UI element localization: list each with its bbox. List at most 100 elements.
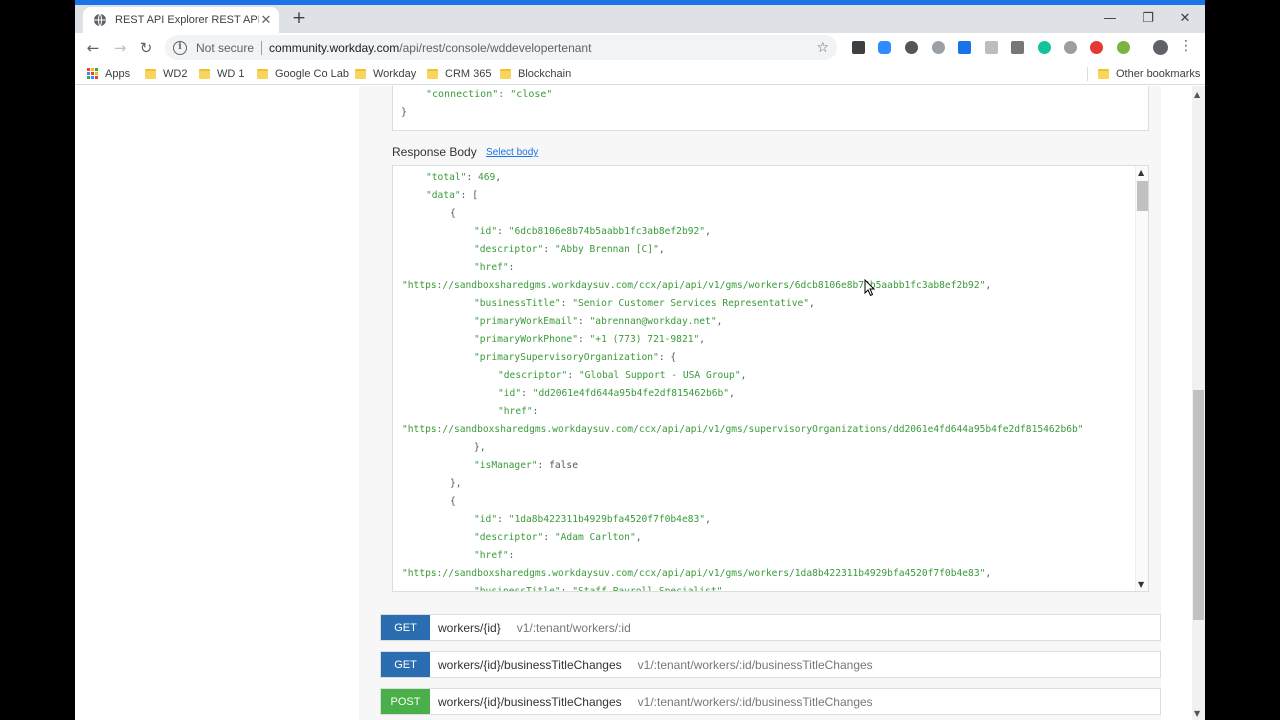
extension-icon-4[interactable]	[932, 41, 945, 54]
page-scroll-thumb[interactable]	[1193, 390, 1204, 620]
json-token: :	[497, 226, 509, 237]
back-icon[interactable]: ←	[83, 38, 103, 58]
json-token: :	[543, 532, 555, 543]
json-line: "isManager": false	[393, 454, 1135, 472]
json-token: },	[474, 442, 486, 453]
page-scroll-down-icon[interactable]: ▼	[1194, 709, 1200, 718]
browser-window: REST API Explorer REST API Explo ✕ + — ❐…	[75, 0, 1205, 720]
checkmark-extension-icon[interactable]	[958, 41, 971, 54]
zoom-extension-icon[interactable]	[878, 41, 891, 54]
grammarly-icon[interactable]	[1038, 41, 1051, 54]
extension-icon-11[interactable]	[1117, 41, 1130, 54]
apps-grid-icon	[87, 68, 98, 79]
scroll-up-arrow-icon[interactable]: ▲	[1138, 168, 1144, 177]
tab-rest-api-explorer[interactable]: REST API Explorer REST API Explo ✕	[83, 7, 279, 33]
extension-icon-6[interactable]	[985, 41, 998, 54]
page-scroll-up-icon[interactable]: ▲	[1194, 90, 1200, 99]
url-host: community.workday.com	[269, 40, 400, 55]
folder-icon	[145, 68, 156, 79]
json-token: ,	[985, 568, 992, 579]
json-line: "primaryWorkPhone": "+1 (773) 721-9821",	[393, 328, 1135, 346]
json-token: :	[577, 334, 590, 345]
json-token: "primaryWorkEmail"	[474, 316, 578, 327]
forward-icon[interactable]: →	[110, 38, 130, 58]
endpoint-row[interactable]: GET workers/{id} v1/:tenant/workers/:id	[380, 614, 1161, 641]
json-line: "id": "1da8b422311b4929bfa4520f7f0b4e83"…	[393, 508, 1135, 526]
address-bar[interactable]: i Not secure community.workday.com/api/r…	[165, 35, 837, 60]
json-token: "dd2061e4fd644a95b4fe2df815462b6b"	[532, 388, 730, 399]
extension-icon-10[interactable]	[1090, 41, 1103, 54]
bookmark-crm-365[interactable]: CRM 365	[427, 66, 491, 81]
extension-icon-9[interactable]	[1064, 41, 1077, 54]
minimize-button[interactable]: —	[1095, 10, 1125, 28]
bookmark-apps[interactable]: Apps	[87, 66, 130, 81]
json-token: :	[577, 316, 590, 327]
json-line: "href":	[393, 256, 1135, 274]
response-body-box[interactable]: "total": 469, "data": [{"id": "6dcb8106e8…	[392, 165, 1149, 592]
response-scrollbar[interactable]: ▲ ▼	[1135, 166, 1148, 591]
response-scroll-thumb[interactable]	[1137, 181, 1148, 211]
page-scrollbar[interactable]: ▲ ▼	[1192, 86, 1205, 720]
folder-icon	[500, 68, 511, 79]
endpoint-row[interactable]: GET workers/{id}/businessTitleChanges v1…	[380, 651, 1161, 678]
restore-button[interactable]: ❐	[1133, 10, 1163, 28]
json-token: "abrennan@workday.net"	[589, 316, 717, 327]
json-token: :	[521, 388, 533, 399]
json-line: "descriptor": "Global Support - USA Grou…	[393, 364, 1135, 382]
bookmark-wd1[interactable]: WD 1	[199, 66, 245, 81]
folder-icon	[355, 68, 366, 79]
browser-toolbar: ← → ↻ i Not secure community.workday.com…	[75, 33, 1205, 62]
reload-icon[interactable]: ↻	[136, 38, 156, 58]
bookmark-other-bookmarks[interactable]: Other bookmarks	[1098, 66, 1200, 81]
endpoint-path: v1/:tenant/workers/:id/businessTitleChan…	[637, 694, 873, 709]
info-icon[interactable]: i	[173, 40, 187, 55]
json-token: 469	[478, 172, 496, 183]
close-window-button[interactable]: ✕	[1170, 10, 1200, 28]
json-token: ,	[722, 586, 728, 591]
bookmark-star-icon[interactable]: ☆	[816, 40, 829, 56]
url-text[interactable]: community.workday.com/api/rest/console/w…	[269, 41, 591, 55]
bookmark-label: CRM 365	[445, 67, 492, 80]
json-token: :	[508, 262, 515, 273]
json-token: "href"	[474, 550, 509, 561]
json-token: "data"	[426, 190, 461, 201]
endpoint-row[interactable]: POST workers/{id}/businessTitleChanges v…	[380, 688, 1161, 715]
bookmark-google-co-lab[interactable]: Google Co Lab	[257, 66, 349, 81]
json-token: ,	[729, 388, 735, 399]
menu-kebab-icon[interactable]: ⋮	[1179, 38, 1193, 54]
profile-avatar-icon[interactable]	[1153, 40, 1168, 55]
new-tab-button[interactable]: +	[289, 9, 309, 27]
bookmark-wd2[interactable]: WD2	[145, 66, 187, 81]
bookmarks-divider	[1087, 67, 1088, 81]
json-token: "Adam Carlton"	[554, 532, 636, 543]
extension-icon-1[interactable]	[852, 41, 865, 54]
endpoint-path: v1/:tenant/workers/:id	[516, 620, 631, 635]
json-token: ,	[658, 244, 665, 255]
bookmark-workday[interactable]: Workday	[355, 66, 416, 81]
json-line: "id": "6dcb8106e8b74b5aabb1fc3ab8ef2b92"…	[393, 220, 1135, 238]
json-token: :	[532, 406, 539, 417]
json-token: "id"	[474, 514, 498, 525]
bookmark-label: Apps	[105, 67, 131, 80]
json-token: :	[508, 550, 515, 561]
json-token: : {	[658, 352, 677, 363]
json-token: "+1 (773) 721-9821"	[589, 334, 700, 345]
json-token: ,	[705, 226, 711, 237]
json-token: ,	[705, 514, 711, 525]
select-body-link[interactable]: Select body	[486, 147, 538, 158]
json-line: "https://sandboxsharedgms.workdaysuv.com…	[393, 274, 1135, 292]
extension-icon-3[interactable]	[905, 41, 918, 54]
page-content: "connection": "close" } Response Body Se…	[75, 86, 1192, 720]
bookmark-label: WD2	[163, 67, 188, 80]
bookmark-blockchain[interactable]: Blockchain	[500, 66, 571, 81]
headers-tail-line: "connection": "close"	[426, 89, 552, 100]
tab-close-icon[interactable]: ✕	[259, 13, 273, 28]
response-body-label: Response Body	[392, 145, 477, 159]
tab-strip: REST API Explorer REST API Explo ✕ + — ❐…	[75, 5, 1205, 33]
json-line: "primarySupervisoryOrganization": {	[393, 346, 1135, 364]
extension-icon-7[interactable]	[1011, 41, 1024, 54]
method-badge: GET	[381, 615, 430, 640]
json-token: "Senior Customer Services Representative…	[572, 298, 810, 309]
json-line: {	[393, 202, 1135, 220]
scroll-down-arrow-icon[interactable]: ▼	[1138, 580, 1144, 589]
